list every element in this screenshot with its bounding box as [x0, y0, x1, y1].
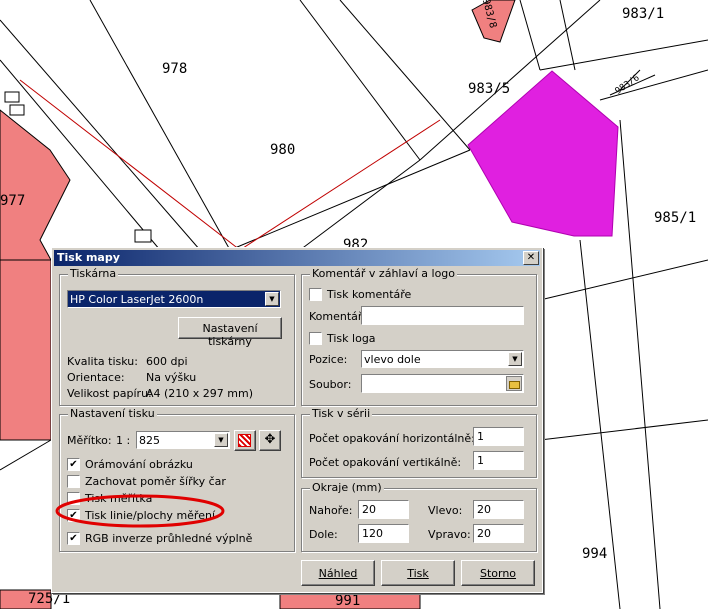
- dialog-title: Tisk mapy: [57, 251, 120, 264]
- parcel-label-985-1: 985/1: [654, 210, 697, 226]
- series-print-group: Tisk v sérii Počet opakování horizontáln…: [301, 407, 537, 478]
- margins-group: Okraje (mm) Nahoře: 20 Vlevo: 20 Dole: 1…: [301, 481, 537, 552]
- vertical-repeat-input[interactable]: 1: [473, 451, 524, 470]
- keep-line-width-checkbox[interactable]: [67, 475, 80, 488]
- file-input[interactable]: [361, 374, 524, 393]
- paper-size-label: Velikost papíru:: [67, 387, 152, 400]
- check-icon: ✔: [69, 510, 78, 521]
- margin-right-label: Vpravo:: [428, 528, 471, 541]
- chevron-down-icon: ▼: [508, 352, 522, 366]
- close-icon: ✕: [526, 252, 536, 263]
- parcel-label-978: 978: [162, 61, 188, 77]
- rgb-inversion-checkbox[interactable]: ✔: [67, 532, 80, 545]
- margin-bottom-input[interactable]: 120: [358, 524, 409, 543]
- horizontal-repeat-label: Počet opakování horizontálně:: [309, 432, 475, 445]
- margin-bottom-label: Dole:: [309, 528, 338, 541]
- comment-input[interactable]: [361, 306, 524, 325]
- cancel-button[interactable]: Storno: [461, 560, 535, 586]
- quality-value: 600 dpi: [146, 355, 188, 368]
- chevron-down-icon: ▼: [265, 292, 279, 306]
- parcel-label-977: 977: [0, 193, 26, 209]
- margin-left-input[interactable]: 20: [473, 500, 524, 519]
- print-map-dialog: Tisk mapy ✕ Tiskárna HP Color LaserJet 2…: [51, 247, 543, 593]
- parcel-label-991: 991: [335, 593, 361, 609]
- print-scale-checkbox[interactable]: [67, 492, 80, 505]
- print-comment-checkbox[interactable]: [309, 288, 322, 301]
- comment-logo-legend: Komentář v záhlaví a logo: [310, 267, 458, 280]
- margin-top-label: Nahoře:: [309, 504, 353, 517]
- scale-select[interactable]: 825 ▼: [136, 431, 230, 449]
- print-logo-checkbox[interactable]: [309, 332, 322, 345]
- printer-group: Tiskárna HP Color LaserJet 2600n ▼ Nasta…: [59, 267, 295, 406]
- print-scale-label: Tisk měřítka: [85, 492, 153, 505]
- print-button[interactable]: Tisk: [381, 560, 455, 586]
- check-icon: ✔: [69, 533, 78, 544]
- orientation-label: Orientace:: [67, 371, 125, 384]
- move-icon: ✥: [264, 432, 276, 447]
- chevron-down-icon: ▼: [214, 433, 228, 447]
- check-icon: ✔: [69, 459, 78, 470]
- orientation-value: Na výšku: [146, 371, 197, 384]
- print-comment-label: Tisk komentáře: [327, 288, 412, 301]
- dialog-titlebar[interactable]: Tisk mapy ✕: [54, 250, 540, 266]
- scale-label: Měřítko:: [67, 434, 112, 447]
- margin-top-input[interactable]: 20: [358, 500, 409, 519]
- hatch-icon: [238, 434, 251, 447]
- print-settings-legend: Nastavení tisku: [68, 407, 157, 420]
- parcel-label-725-1: 725/1: [28, 591, 71, 607]
- printer-settings-button[interactable]: Nastavení tiskárny: [178, 317, 282, 348]
- parcel-label-994: 994: [582, 546, 608, 562]
- quality-label: Kvalita tisku:: [67, 355, 138, 368]
- paper-size-value: A4 (210 x 297 mm): [146, 387, 254, 400]
- printer-select[interactable]: HP Color LaserJet 2600n ▼: [67, 290, 281, 308]
- position-select[interactable]: vlevo dole ▼: [361, 350, 524, 368]
- position-label: Pozice:: [309, 353, 348, 366]
- print-settings-group: Nastavení tisku Měřítko: 1 : 825 ▼ ✥ ✔ O…: [59, 407, 295, 552]
- margin-left-label: Vlevo:: [428, 504, 463, 517]
- frame-image-checkbox[interactable]: ✔: [67, 458, 80, 471]
- preview-button[interactable]: Náhled: [301, 560, 375, 586]
- print-logo-label: Tisk loga: [327, 332, 376, 345]
- parcel-label-983-1: 983/1: [622, 6, 665, 22]
- close-button[interactable]: ✕: [523, 251, 539, 265]
- open-folder-icon[interactable]: [506, 376, 522, 391]
- print-measure-label: Tisk linie/plochy měření: [85, 509, 216, 522]
- parcel-label-983-5: 983/5: [468, 81, 511, 97]
- comment-logo-group: Komentář v záhlaví a logo Tisk komentáře…: [301, 267, 537, 406]
- horizontal-repeat-input[interactable]: 1: [473, 427, 524, 446]
- print-measure-checkbox[interactable]: ✔: [67, 509, 80, 522]
- hatch-fill-button[interactable]: [234, 430, 256, 451]
- printer-group-legend: Tiskárna: [68, 267, 119, 280]
- vertical-repeat-label: Počet opakování vertikálně:: [309, 456, 462, 469]
- margin-right-input[interactable]: 20: [473, 524, 524, 543]
- move-button[interactable]: ✥: [259, 430, 281, 451]
- parcel-label-980: 980: [270, 142, 296, 158]
- frame-image-label: Orámování obrázku: [85, 458, 193, 471]
- file-label: Soubor:: [309, 378, 352, 391]
- series-print-legend: Tisk v sérii: [310, 407, 373, 420]
- scale-prefix: 1 :: [116, 434, 131, 447]
- rgb-inversion-label: RGB inverze průhledné výplně: [85, 532, 253, 545]
- keep-line-width-label: Zachovat poměr šířky čar: [85, 475, 226, 488]
- margins-legend: Okraje (mm): [310, 481, 384, 494]
- comment-label: Komentář:: [309, 310, 366, 323]
